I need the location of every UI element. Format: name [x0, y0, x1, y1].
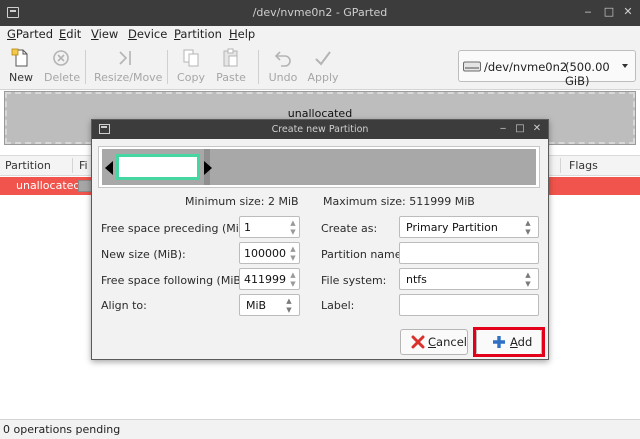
cancel-button[interactable]: Cancel — [400, 329, 468, 355]
menu-partition[interactable]: Partition — [174, 27, 222, 41]
create-partition-dialog: Create new Partition ‒ □ ✕ Minimum size:… — [91, 119, 549, 360]
free-before-label: Free space preceding (MiB): — [101, 222, 255, 235]
filesystem-swatch — [78, 180, 92, 192]
minimize-button[interactable]: ‒ — [580, 4, 596, 20]
dialog-maximize-button[interactable]: □ — [513, 122, 527, 136]
free-before-spin[interactable]: 1 ▲ ▼ — [239, 216, 300, 238]
column-partition[interactable]: Partition — [5, 159, 51, 172]
new-partition-block[interactable] — [116, 154, 200, 180]
undo-label: Undo — [268, 71, 298, 84]
maximum-size-label: Maximum size: 511999 MiB — [323, 195, 475, 208]
align-select[interactable]: MiB ▲ ▼ — [239, 294, 300, 316]
apply-icon — [315, 51, 331, 66]
menubar: GParted Edit View Device Partition Help — [0, 26, 640, 44]
resize-move-label: Resize/Move — [94, 71, 163, 84]
copy-label: Copy — [177, 71, 205, 84]
paste-button[interactable]: Paste — [216, 48, 246, 84]
menu-view[interactable]: View — [91, 27, 118, 41]
partition-resizer[interactable] — [98, 146, 540, 188]
paste-icon — [223, 48, 238, 67]
status-bar: 0 operations pending — [0, 419, 640, 439]
create-as-value: Primary Partition — [406, 221, 498, 234]
copy-icon — [183, 49, 199, 67]
menu-gparted[interactable]: GParted — [7, 27, 53, 41]
spin-down-icon[interactable]: ▼ — [289, 280, 297, 288]
new-size-label: New size (MiB): — [101, 248, 186, 261]
menu-help[interactable]: Help — [229, 27, 255, 41]
column-separator — [560, 158, 561, 173]
spin-up-icon[interactable]: ▲ — [289, 219, 297, 227]
create-as-select[interactable]: Primary Partition ▲ ▼ — [399, 216, 539, 238]
free-before-value: 1 — [244, 221, 251, 234]
dialog-minimize-button[interactable]: ‒ — [496, 122, 510, 136]
device-selector[interactable]: /dev/nvme0n2 (500.00 GiB) — [458, 50, 636, 88]
spin-up-icon[interactable]: ▲ — [289, 245, 297, 253]
chevron-down-icon: ▼ — [525, 228, 531, 236]
close-button[interactable]: ✕ — [620, 4, 636, 20]
new-size-value: 100000 — [244, 247, 286, 260]
drive-icon — [463, 61, 481, 72]
minimum-size-label: Minimum size: 2 MiB — [185, 195, 299, 208]
column-filesystem[interactable]: Fi — [79, 159, 88, 172]
status-text: 0 operations pending — [3, 423, 121, 436]
filesystem-value: ntfs — [406, 273, 427, 286]
cancel-label: Cancel — [428, 335, 467, 349]
filesystem-label: File system: — [321, 274, 387, 287]
device-path: /dev/nvme0n2 — [484, 60, 568, 74]
menu-device[interactable]: Device — [128, 27, 167, 41]
partition-name-label: Partition name: — [321, 248, 406, 261]
delete-label: Delete — [44, 71, 81, 84]
toolbar-separator — [85, 50, 86, 84]
column-flags[interactable]: Flags — [569, 159, 598, 172]
label-input[interactable] — [399, 294, 539, 316]
align-value: MiB — [246, 299, 267, 312]
menu-edit[interactable]: Edit — [59, 27, 81, 41]
spin-down-icon[interactable]: ▼ — [289, 254, 297, 262]
maximize-button[interactable]: □ — [601, 4, 617, 20]
create-as-label: Create as: — [321, 222, 378, 235]
label-label: Label: — [321, 299, 355, 312]
apply-label: Apply — [307, 71, 339, 84]
chevron-down-icon: ▼ — [525, 280, 531, 288]
chevron-down-icon: ▼ — [286, 306, 292, 314]
partition-name-input[interactable] — [399, 242, 539, 264]
toolbar-separator — [258, 50, 259, 84]
left-resize-handle[interactable] — [105, 161, 113, 175]
spin-up-icon[interactable]: ▲ — [289, 271, 297, 279]
copy-button[interactable]: Copy — [177, 48, 205, 84]
resize-move-button[interactable]: Resize/Move — [94, 48, 163, 84]
new-partition-icon — [11, 48, 28, 67]
align-label: Align to: — [101, 299, 147, 312]
undo-icon — [274, 51, 291, 67]
delete-button[interactable]: Delete — [44, 48, 81, 84]
spin-down-icon[interactable]: ▼ — [289, 228, 297, 236]
resize-move-icon — [119, 51, 131, 65]
window-title: /dev/nvme0n2 - GParted — [252, 6, 388, 19]
delete-icon — [53, 50, 69, 66]
undo-button[interactable]: Undo — [268, 48, 298, 84]
new-size-spin[interactable]: 100000 ▲ ▼ — [239, 242, 300, 264]
right-resize-handle[interactable] — [204, 161, 212, 175]
add-button-highlight — [473, 327, 545, 357]
filesystem-select[interactable]: ntfs ▲ ▼ — [399, 268, 539, 290]
free-after-spin[interactable]: 411999 ▲ ▼ — [239, 268, 300, 290]
dialog-titlebar: Create new Partition ‒ □ ✕ — [92, 120, 548, 139]
free-after-value: 411999 — [244, 273, 286, 286]
dialog-close-button[interactable]: ✕ — [530, 122, 544, 136]
column-separator — [72, 158, 73, 173]
apply-button[interactable]: Apply — [307, 48, 339, 84]
chevron-up-icon: ▲ — [286, 297, 292, 305]
chevron-up-icon: ▲ — [525, 271, 531, 279]
free-after-label: Free space following (MiB): — [101, 274, 249, 287]
chevron-up-icon: ▲ — [525, 219, 531, 227]
window-titlebar: /dev/nvme0n2 - GParted ‒ □ ✕ — [0, 0, 640, 26]
chevron-down-icon — [622, 64, 628, 68]
dialog-title: Create new Partition — [271, 124, 369, 135]
toolbar-separator — [167, 50, 168, 84]
new-button[interactable]: New — [8, 48, 34, 84]
row-partition: unallocated — [16, 179, 81, 192]
cancel-icon — [411, 335, 425, 349]
paste-label: Paste — [216, 71, 246, 84]
new-label: New — [9, 71, 33, 84]
